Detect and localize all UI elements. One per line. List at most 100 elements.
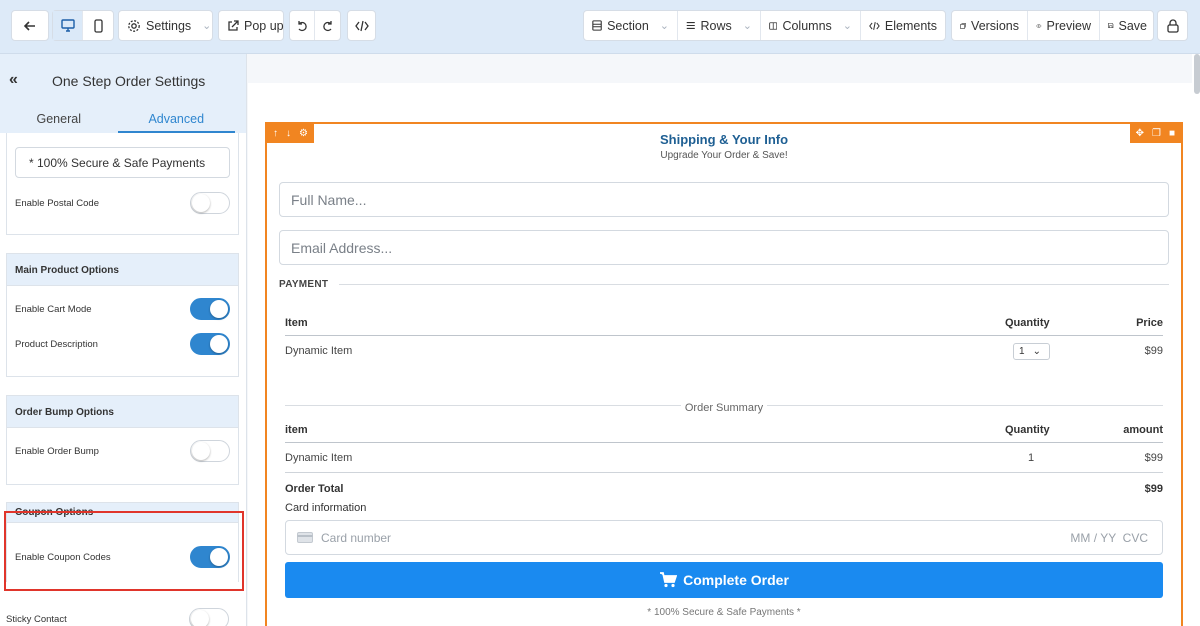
panel-scroll-area: * 100% Secure & Safe Payments Enable Pos… — [0, 133, 246, 626]
chevron-down-icon: ⌄ — [202, 20, 212, 32]
code-icon — [869, 21, 880, 30]
panel-header: « One Step Order Settings — [0, 54, 246, 109]
main-product-heading: Main Product Options — [7, 254, 238, 286]
tab-advanced[interactable]: Advanced — [117, 109, 235, 133]
col-item: Item — [285, 317, 308, 329]
row-item: Dynamic Item — [285, 345, 353, 357]
sticky-contact-toggle[interactable] — [189, 608, 229, 626]
rows-label: Rows — [700, 18, 732, 33]
undo-button[interactable] — [290, 11, 316, 40]
card-number-input[interactable]: Card number MM / YY CVC — [285, 520, 1163, 555]
sticky-contact-label: Sticky Contact — [6, 613, 67, 625]
rows-dropdown[interactable]: Rows ⌄ — [678, 11, 761, 40]
main-product-card: Main Product Options Enable Cart Mode Pr… — [6, 253, 239, 377]
complete-order-label: Complete Order — [683, 572, 789, 588]
panel-title: One Step Order Settings — [52, 73, 206, 89]
popup-button[interactable]: Pop up — [218, 10, 284, 41]
product-description-toggle[interactable] — [190, 333, 230, 355]
payment-label: PAYMENT — [279, 279, 329, 290]
product-description-label: Product Description — [15, 338, 98, 350]
versions-icon — [960, 22, 966, 29]
postal-code-label: Enable Postal Code — [15, 197, 99, 209]
footer-text-input[interactable]: * 100% Secure & Safe Payments — [15, 147, 230, 178]
secure-payments-note: * 100% Secure & Safe Payments * — [647, 607, 801, 618]
settings-panel: « One Step Order Settings General Advanc… — [0, 54, 247, 626]
card-info-label: Card information — [285, 502, 367, 514]
sticky-contact-row: Sticky Contact — [6, 607, 229, 626]
redo-icon — [322, 20, 332, 31]
shopping-cart-icon — [660, 572, 678, 588]
save-button[interactable]: Save — [1100, 11, 1155, 40]
order-bump-toggle[interactable] — [190, 440, 230, 462]
summary-row-divider — [285, 472, 1163, 473]
summary-header-divider — [285, 442, 1163, 443]
email-input[interactable]: Email Address... — [279, 230, 1169, 265]
summary-col-item: item — [285, 424, 308, 436]
order-total-value: $99 — [1144, 483, 1163, 495]
external-link-icon — [228, 19, 239, 31]
section-icon — [592, 20, 602, 31]
chevron-down-icon: ⌄ — [1032, 346, 1041, 357]
popup-label: Pop up — [244, 18, 284, 33]
footer-text-card: * 100% Secure & Safe Payments Enable Pos… — [6, 133, 239, 235]
eye-icon — [1036, 23, 1042, 28]
top-toolbar: Settings ⌄ Pop up Section ⌄ Rows ⌄ Colum… — [0, 0, 1200, 54]
elements-label: Elements — [884, 18, 937, 33]
mobile-icon — [93, 18, 103, 33]
editor-canvas: ↑ ↓ ⚙ ✥ ❐ ■ Shipping & Your Info Upgrade… — [248, 54, 1200, 626]
complete-order-button[interactable]: Complete Order — [285, 562, 1163, 598]
chevron-down-icon: ⌄ — [842, 20, 852, 32]
exit-button[interactable] — [1157, 10, 1188, 41]
card-number-placeholder: Card number — [321, 530, 392, 545]
redo-button[interactable] — [315, 11, 340, 40]
card-expiry-cvc-placeholder: MM / YY CVC — [1070, 530, 1148, 545]
summary-col-quantity: Quantity — [1005, 424, 1050, 436]
table-header-divider — [285, 335, 1163, 336]
canvas-top-strip — [248, 54, 1192, 83]
versions-button[interactable]: Versions — [952, 11, 1028, 40]
device-switcher — [52, 10, 114, 41]
arrow-left-icon — [23, 20, 35, 31]
chevron-down-icon: ⌄ — [659, 20, 669, 32]
tab-general[interactable]: General — [0, 109, 118, 133]
cart-mode-toggle[interactable] — [190, 298, 230, 320]
order-form-section[interactable]: ↑ ↓ ⚙ ✥ ❐ ■ Shipping & Your Info Upgrade… — [265, 122, 1183, 626]
structure-toolbar: Section ⌄ Rows ⌄ Columns ⌄ Elements — [583, 10, 946, 41]
payment-divider — [339, 284, 1169, 285]
section-dropdown[interactable]: Section ⌄ — [584, 11, 678, 40]
undo-icon — [298, 20, 307, 31]
rows-icon — [686, 22, 695, 29]
section-label: Section — [607, 18, 649, 33]
back-button[interactable] — [11, 10, 49, 41]
preview-button[interactable]: Preview — [1028, 11, 1100, 40]
order-total-label: Order Total — [285, 483, 344, 495]
settings-dropdown[interactable]: Settings ⌄ — [118, 10, 213, 41]
full-name-input[interactable]: Full Name... — [279, 182, 1169, 217]
columns-icon — [769, 21, 778, 30]
canvas-scrollbar[interactable] — [1194, 54, 1200, 94]
product-description-row: Product Description — [15, 332, 230, 356]
chevron-down-icon: ⌄ — [742, 20, 752, 32]
quantity-select[interactable]: 1 ⌄ — [1013, 343, 1050, 360]
panel-tabs: General Advanced — [0, 109, 246, 133]
order-bump-label: Enable Order Bump — [15, 445, 99, 457]
mobile-view-button[interactable] — [83, 11, 113, 40]
columns-dropdown[interactable]: Columns ⌄ — [761, 11, 861, 40]
save-icon — [1108, 22, 1114, 29]
summary-label-wrap: Order Summary — [285, 398, 1163, 416]
desktop-view-button[interactable] — [53, 11, 84, 40]
settings-label: Settings — [146, 18, 192, 33]
summary-row-amount: $99 — [1144, 452, 1163, 464]
desktop-icon — [60, 19, 75, 32]
double-chevron-left-icon[interactable]: « — [9, 71, 18, 89]
code-button[interactable] — [347, 10, 376, 41]
postal-code-row: Enable Postal Code — [15, 191, 230, 215]
preview-label: Preview — [1046, 18, 1091, 33]
actions-toolbar: Versions Preview Save — [951, 10, 1154, 41]
postal-code-toggle[interactable] — [190, 192, 230, 214]
quantity-value: 1 — [1019, 346, 1025, 357]
elements-button[interactable]: Elements — [861, 11, 945, 40]
cart-mode-label: Enable Cart Mode — [15, 303, 92, 315]
credit-card-icon — [297, 532, 313, 543]
save-label: Save — [1118, 18, 1148, 33]
